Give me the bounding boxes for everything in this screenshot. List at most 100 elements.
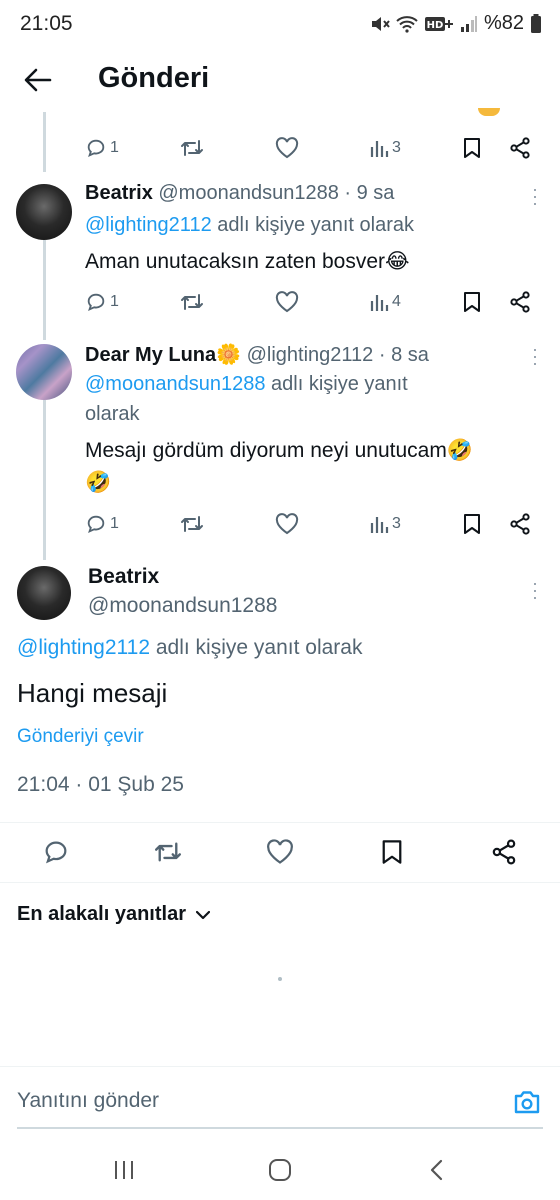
- reply-button[interactable]: 1: [85, 287, 119, 317]
- status-icons: HD %82: [370, 12, 542, 35]
- bookmark-icon: [464, 292, 480, 312]
- reply-actions: 1 3: [85, 509, 545, 539]
- reply-composer: Yanıtını gönder: [0, 1066, 560, 1136]
- main-author-name[interactable]: Beatrix: [88, 565, 159, 589]
- author-name[interactable]: Dear My Luna🌼: [85, 344, 241, 366]
- main-bookmark-button[interactable]: [376, 836, 408, 868]
- main-reply-button[interactable]: [40, 836, 72, 868]
- like-button[interactable]: [275, 133, 299, 163]
- retweet-button[interactable]: [179, 133, 205, 163]
- main-avatar[interactable]: [17, 566, 71, 620]
- mention-link[interactable]: @lighting2112: [17, 636, 150, 659]
- share-button[interactable]: [509, 509, 531, 539]
- chevron-left-icon: [430, 1159, 443, 1181]
- main-tweet-text: Hangi mesaji: [17, 678, 168, 708]
- mention-link[interactable]: @moonandsun1288: [85, 373, 265, 395]
- share-button[interactable]: [509, 133, 531, 163]
- more-options-icon[interactable]: · · ·: [532, 340, 538, 372]
- camera-button[interactable]: [512, 1087, 542, 1117]
- views-count: 3: [392, 515, 401, 532]
- home-icon: [269, 1159, 291, 1181]
- status-time: 21:05: [20, 12, 73, 35]
- recent-apps-icon: [115, 1161, 133, 1179]
- bookmark-button[interactable]: [463, 509, 481, 539]
- system-back-button[interactable]: [416, 1154, 456, 1186]
- more-options-icon[interactable]: · · ·: [532, 574, 538, 606]
- reply-count: 1: [110, 515, 119, 532]
- views-button[interactable]: 3: [369, 509, 401, 539]
- reply-actions: 1 3: [85, 133, 545, 163]
- hd-plus-icon: HD: [424, 16, 453, 31]
- bookmark-button[interactable]: [463, 133, 481, 163]
- sort-label: En alakalı yanıtlar: [17, 903, 186, 925]
- recent-apps-button[interactable]: [104, 1154, 144, 1186]
- share-icon: [510, 291, 530, 313]
- views-button[interactable]: 4: [369, 287, 401, 317]
- reply-button[interactable]: 1: [85, 133, 119, 163]
- main-share-button[interactable]: [488, 836, 520, 868]
- system-nav-bar: [0, 1140, 560, 1200]
- share-button[interactable]: [509, 287, 531, 317]
- thread-line: [43, 400, 46, 560]
- thread-line: [43, 240, 46, 340]
- divider: [0, 882, 560, 883]
- translate-link[interactable]: Gönderiyi çevir: [17, 726, 144, 748]
- avatar[interactable]: [16, 184, 72, 240]
- reply-input[interactable]: Yanıtını gönder: [17, 1089, 159, 1113]
- replying-to: @moonandsun1288 adlı kişiye yanıt olarak: [85, 369, 408, 429]
- replying-suffix-line2: olarak: [85, 403, 140, 425]
- views-count: 3: [392, 139, 401, 156]
- avatar[interactable]: [16, 344, 72, 400]
- retweet-button[interactable]: [179, 509, 205, 539]
- heart-icon: [275, 291, 299, 313]
- reply-text-line2: 🤣: [85, 471, 112, 494]
- share-icon: [510, 513, 530, 535]
- sort-replies-dropdown[interactable]: En alakalı yanıtlar: [17, 903, 210, 926]
- replying-suffix: adlı kişiye yanıt: [265, 373, 408, 395]
- retweet-button[interactable]: [179, 287, 205, 317]
- bookmark-icon: [464, 138, 480, 158]
- reply-count: 1: [110, 139, 119, 156]
- back-button[interactable]: [18, 60, 58, 100]
- emoji-partial: [478, 108, 500, 116]
- reply-partial[interactable]: 1 3: [0, 108, 560, 172]
- svg-text:HD: HD: [427, 20, 444, 31]
- like-button[interactable]: [275, 509, 299, 539]
- like-button[interactable]: [275, 287, 299, 317]
- wifi-icon: [396, 15, 418, 33]
- more-options-icon[interactable]: · · ·: [532, 180, 538, 212]
- author-name[interactable]: Beatrix: [85, 182, 153, 204]
- replying-suffix: adlı kişiye yanıt olarak: [211, 214, 415, 236]
- loading-indicator: [278, 977, 282, 981]
- main-actions-bar: [0, 832, 560, 872]
- replying-suffix: adlı kişiye yanıt olarak: [150, 636, 363, 659]
- bookmark-icon: [464, 514, 480, 534]
- views-icon: [370, 141, 389, 157]
- app-header: Gönderi: [0, 50, 560, 112]
- retweet-icon: [154, 842, 181, 862]
- reply-header: Beatrix @moonandsun1288 · 9 sa: [85, 182, 394, 205]
- main-timestamp[interactable]: 21:04 · 01 Şub 25: [17, 773, 184, 797]
- views-button[interactable]: 3: [369, 133, 401, 163]
- mute-icon: [371, 16, 390, 31]
- main-like-button[interactable]: [264, 836, 296, 868]
- author-meta: @lighting2112 · 8 sa: [246, 344, 429, 366]
- bookmark-icon: [382, 840, 402, 864]
- reply-beatrix[interactable]: Beatrix @moonandsun1288 · 9 sa · · · @ligh…: [0, 172, 560, 340]
- main-retweet-button[interactable]: [152, 836, 184, 868]
- author-meta: @moonandsun1288 · 9 sa: [158, 182, 395, 204]
- battery-percent: %82: [483, 12, 524, 34]
- views-count: 4: [392, 293, 401, 310]
- chevron-down-icon: [195, 910, 210, 919]
- home-button[interactable]: [260, 1154, 300, 1186]
- comment-icon: [87, 515, 105, 533]
- reply-actions: 1 4: [85, 287, 545, 317]
- reply-button[interactable]: 1: [85, 509, 119, 539]
- heart-icon: [275, 513, 299, 535]
- comment-icon: [45, 841, 67, 864]
- camera-icon: [514, 1091, 540, 1114]
- main-author-handle[interactable]: @moonandsun1288: [88, 594, 277, 618]
- reply-luna[interactable]: Dear My Luna🌼 @lighting2112 · 8 sa · · · @…: [0, 332, 560, 560]
- mention-link[interactable]: @lighting2112: [85, 214, 212, 236]
- bookmark-button[interactable]: [463, 287, 481, 317]
